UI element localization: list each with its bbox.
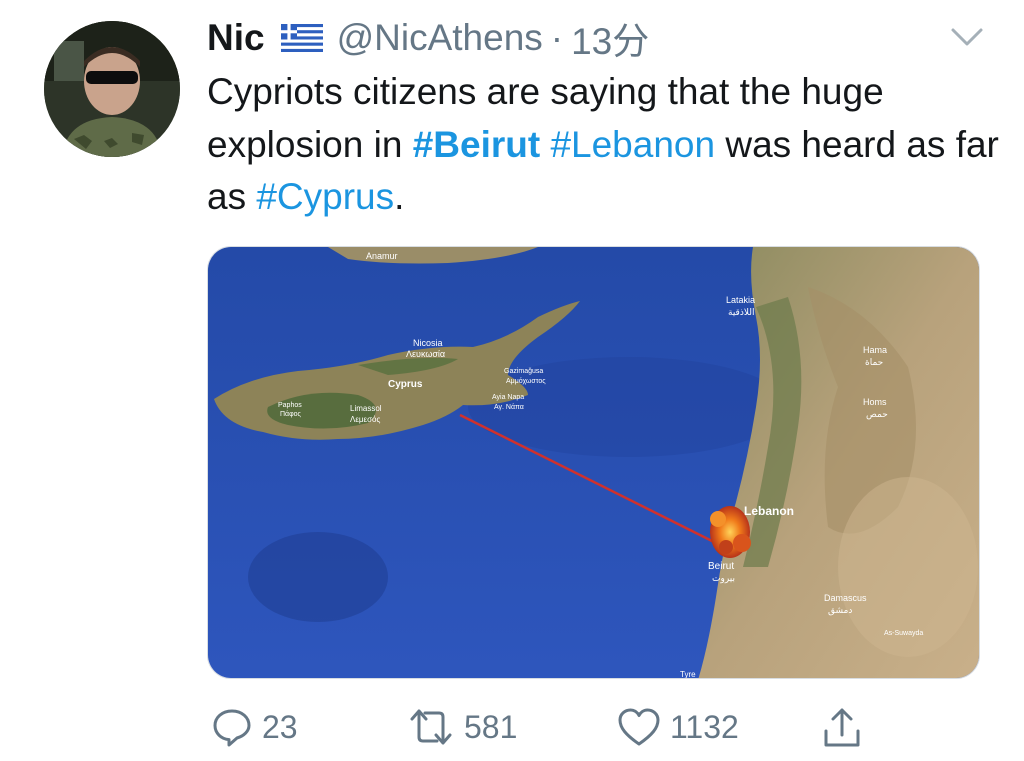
- map-label: اللاذقية: [728, 307, 754, 317]
- map-label: Cyprus: [388, 379, 423, 390]
- reply-icon: [213, 709, 251, 747]
- profile-photo: [44, 21, 180, 157]
- map-label: Λευκωσία: [406, 349, 445, 359]
- map-label: Limassol: [350, 404, 382, 413]
- map-label: Λεμεσός: [350, 415, 380, 424]
- map-label: حمص: [866, 409, 888, 419]
- map-label: Homs: [863, 397, 887, 407]
- tweet-actions: 23 581 1132: [0, 700, 1024, 754]
- map-label: Damascus: [824, 593, 867, 603]
- reply-count: 23: [262, 708, 298, 745]
- like-button[interactable]: 1132: [616, 700, 739, 754]
- map-label: As-Suwayda: [884, 630, 923, 637]
- map-label: Latakia: [726, 295, 755, 305]
- retweet-count: 581: [464, 708, 518, 745]
- separator-dot: ·: [550, 17, 564, 58]
- map-label: Gazimağusa: [504, 368, 543, 375]
- map-label: Beirut: [708, 561, 734, 572]
- share-icon: [824, 708, 860, 747]
- map-label: Ayia Napa: [492, 394, 524, 401]
- map-label: Αμμόχωστος: [506, 377, 546, 385]
- retweet-icon: [410, 709, 452, 745]
- map-image: Anamur Latakia اللاذقية Nicosia Λευκωσία…: [208, 247, 979, 679]
- reply-button[interactable]: 23: [210, 700, 298, 754]
- map-label: Nicosia: [413, 338, 443, 348]
- chevron-down-icon[interactable]: [950, 26, 984, 48]
- share-button[interactable]: [820, 700, 872, 754]
- map-label: حماة: [865, 357, 883, 367]
- tweet-text: Cypriots citizens are saying that the hu…: [207, 66, 1007, 224]
- map-label: دمشق: [828, 605, 852, 615]
- map-label: Lebanon: [744, 504, 794, 518]
- timestamp[interactable]: 13分: [571, 11, 649, 65]
- map-label: Hama: [863, 345, 887, 355]
- tweet-text-part: [540, 124, 550, 165]
- map-label: بيروت: [712, 573, 735, 583]
- map-label: Anamur: [366, 251, 398, 261]
- map-label: Πάφος: [280, 410, 302, 418]
- greece-flag-icon: [280, 24, 323, 52]
- like-count: 1132: [670, 708, 739, 745]
- tweet-media-map[interactable]: Anamur Latakia اللاذقية Nicosia Λευκωσία…: [207, 246, 980, 679]
- tweet-header: Nic @NicAthens · 13分: [207, 14, 649, 62]
- heart-icon: [618, 708, 660, 746]
- hashtag-lebanon[interactable]: #Lebanon: [550, 124, 715, 165]
- map-label: Paphos: [278, 402, 302, 409]
- hashtag-beirut[interactable]: #Beirut: [413, 124, 540, 165]
- user-handle[interactable]: @NicAthens: [337, 17, 543, 59]
- map-label: Tyre: [680, 670, 696, 679]
- tweet-text-part: .: [394, 176, 405, 217]
- display-name[interactable]: Nic: [207, 17, 265, 59]
- hashtag-cyprus[interactable]: #Cyprus: [256, 176, 394, 217]
- map-label: Αγ. Νάπα: [494, 403, 524, 411]
- avatar[interactable]: [44, 21, 180, 157]
- retweet-button[interactable]: 581: [406, 700, 517, 754]
